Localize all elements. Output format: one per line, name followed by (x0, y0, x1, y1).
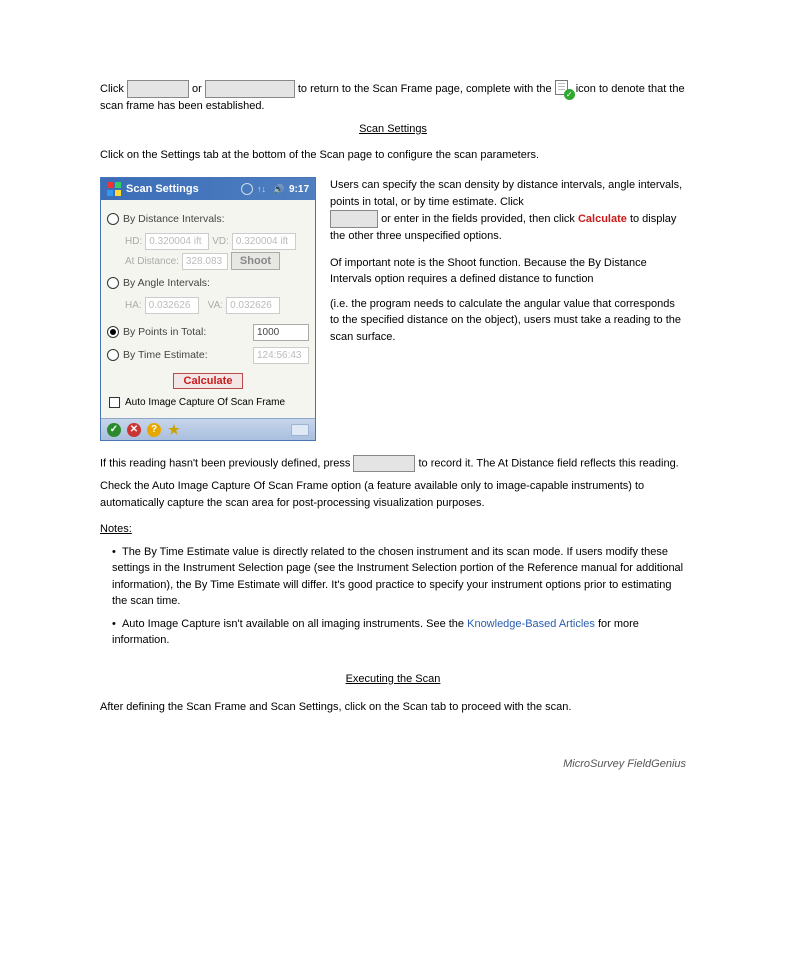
text: Click (100, 83, 127, 95)
text: to return to the Scan Frame page, comple… (298, 83, 555, 95)
radio-icon[interactable] (107, 213, 119, 225)
placeholder-btn-1 (127, 80, 189, 98)
exec-desc: After defining the Scan Frame and Scan S… (100, 699, 686, 716)
radio-label: By Time Estimate: (123, 349, 249, 361)
notes-heading: Notes: (100, 523, 132, 535)
ha-va-row: HA: 0.032626 VA: 0.032626 (125, 296, 309, 314)
text: The (122, 546, 144, 558)
atdist-field: 328.083 (182, 253, 228, 270)
vd-label: VD: (212, 236, 229, 247)
kb-link[interactable]: Knowledge-Based Articles (467, 618, 595, 630)
device-bottombar: ✓ ✕ ? ★ (101, 418, 315, 440)
time-field: 124:56:43 (253, 347, 309, 364)
vd-field: 0.320004 ift (232, 233, 296, 250)
bold-term-repeat: By Time Estimate (195, 579, 281, 591)
device-title: Scan Settings (126, 183, 199, 195)
sync-icon (257, 183, 269, 195)
device-titlebar: Scan Settings 9:17 (101, 178, 315, 200)
document-page: Click or to return to the Scan Frame pag… (0, 0, 786, 858)
windows-flag-icon (107, 182, 121, 196)
placeholder-btn-4 (353, 455, 415, 472)
star-icon[interactable]: ★ (167, 423, 181, 437)
device-screenshot: Scan Settings 9:17 By Distance Intervals… (100, 177, 316, 441)
text: If this reading hasn't been previously d… (100, 457, 353, 469)
auto-capture-row[interactable]: Auto Image Capture Of Scan Frame (109, 397, 309, 408)
hd-field: 0.320004 ift (145, 233, 209, 250)
radio-label: By Points in Total: (123, 326, 249, 338)
cancel-icon[interactable]: ✕ (127, 423, 141, 437)
text: to record it. The At Distance field refl… (418, 457, 678, 469)
ok-icon[interactable]: ✓ (107, 423, 121, 437)
keyboard-icon[interactable] (291, 424, 309, 436)
option-points-total[interactable]: By Points in Total: 1000 (107, 322, 309, 342)
speaker-icon (273, 183, 285, 195)
text: or enter in the fields provided, then cl… (381, 213, 578, 225)
text: Of important note is the Shoot function.… (330, 255, 686, 288)
hd-vd-row: HD: 0.320004 ift VD: 0.320004 ift (125, 232, 309, 250)
points-field[interactable]: 1000 (253, 324, 309, 341)
page-footer: MicroSurvey FieldGenius (100, 756, 686, 773)
radio-label: By Distance Intervals: (123, 213, 225, 225)
va-field: 0.032626 (226, 297, 280, 314)
option-angle-intervals[interactable]: By Angle Intervals: (107, 273, 309, 293)
help-icon[interactable]: ? (147, 423, 161, 437)
intro-para: Click or to return to the Scan Frame pag… (100, 80, 686, 115)
text: Auto Image Capture isn't available on al… (122, 618, 464, 630)
calculate-red-text: Calculate (578, 213, 627, 225)
radio-icon[interactable] (107, 277, 119, 289)
text: Users can specify the scan density by di… (330, 179, 682, 208)
checkbox-label: Auto Image Capture Of Scan Frame (125, 397, 285, 408)
option-time-estimate[interactable]: By Time Estimate: 124:56:43 (107, 345, 309, 365)
text: or (192, 83, 205, 95)
va-label: VA: (208, 300, 223, 311)
content-row: Scan Settings 9:17 By Distance Intervals… (100, 177, 686, 441)
placeholder-btn-3 (330, 210, 378, 228)
after-device-text: If this reading hasn't been previously d… (100, 455, 686, 772)
at-distance-row: At Distance: 328.083 Shoot (125, 252, 309, 270)
ha-field: 0.032626 (145, 297, 199, 314)
placeholder-btn-2 (205, 80, 295, 98)
ha-label: HA: (125, 300, 142, 311)
shoot-button[interactable]: Shoot (231, 252, 280, 270)
hd-label: HD: (125, 236, 142, 247)
option-distance-intervals[interactable]: By Distance Intervals: (107, 209, 309, 229)
device-pane: By Distance Intervals: HD: 0.320004 ift … (101, 200, 315, 418)
radio-icon-checked[interactable] (107, 326, 119, 338)
section-heading-executing: Executing the Scan (228, 671, 558, 688)
section-desc: Click on the Settings tab at the bottom … (100, 147, 686, 164)
device-time: 9:17 (289, 184, 309, 195)
radio-icon[interactable] (107, 349, 119, 361)
checklist-icon: ✓ (555, 80, 573, 98)
radio-label: By Angle Intervals: (123, 277, 210, 289)
bold-term: By Time Estimate (144, 546, 230, 558)
text: (i.e. the program needs to calculate the… (330, 296, 686, 346)
checkbox-icon[interactable] (109, 397, 120, 408)
calculate-row: Calculate (107, 373, 309, 389)
side-column: Users can specify the scan density by di… (330, 177, 686, 345)
atdist-label: At Distance: (125, 256, 179, 267)
calculate-button[interactable]: Calculate (173, 373, 244, 389)
text: Check the Auto Image Capture Of Scan Fra… (100, 478, 686, 511)
status-icon (241, 183, 253, 195)
section-heading-scan-settings: Scan Settings (228, 123, 558, 135)
